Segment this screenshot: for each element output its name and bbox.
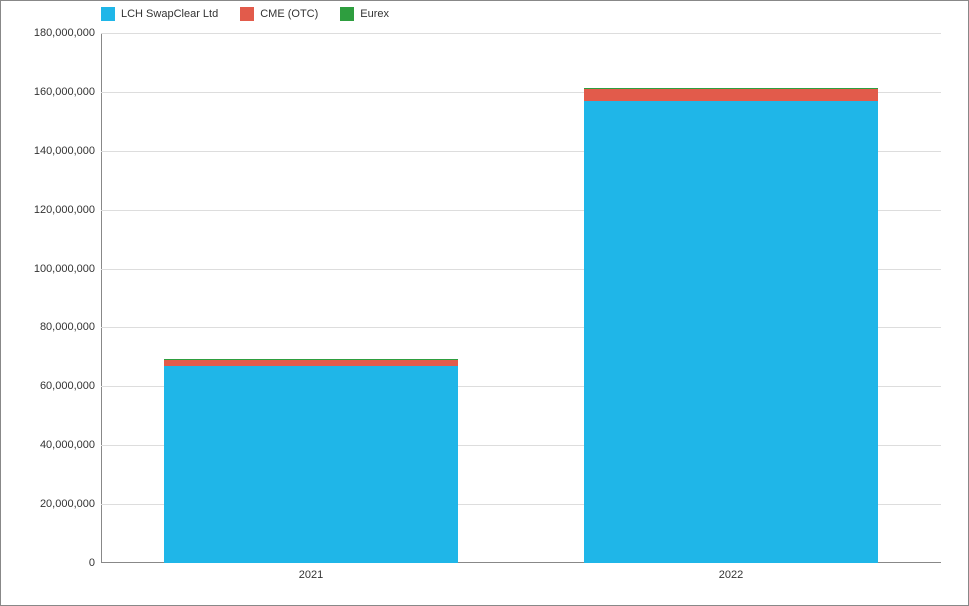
- y-tick-label: 120,000,000: [34, 204, 101, 216]
- legend-label: LCH SwapClear Ltd: [121, 8, 218, 20]
- x-tick-label: 2022: [719, 563, 743, 581]
- plot-area: 020,000,00040,000,00060,000,00080,000,00…: [101, 33, 941, 563]
- legend-label: Eurex: [360, 8, 389, 20]
- y-tick-label: 0: [89, 557, 101, 569]
- y-tick-label: 60,000,000: [40, 380, 101, 392]
- y-tick-label: 180,000,000: [34, 27, 101, 39]
- legend: LCH SwapClear Ltd CME (OTC) Eurex: [101, 7, 389, 21]
- y-tick-label: 40,000,000: [40, 439, 101, 451]
- y-tick-label: 100,000,000: [34, 263, 101, 275]
- y-tick-label: 140,000,000: [34, 145, 101, 157]
- legend-item-eurex: Eurex: [340, 7, 389, 21]
- legend-item-cme: CME (OTC): [240, 7, 318, 21]
- bar-seg: [164, 360, 458, 366]
- bar-2021: [164, 359, 458, 563]
- y-tick-label: 160,000,000: [34, 86, 101, 98]
- legend-swatch-lch: [101, 7, 115, 21]
- bar-seg: [584, 88, 878, 89]
- legend-swatch-cme: [240, 7, 254, 21]
- x-tick-label: 2021: [299, 563, 323, 581]
- bar-seg: [584, 89, 878, 101]
- bar-seg: [164, 359, 458, 360]
- legend-swatch-eurex: [340, 7, 354, 21]
- gridline: [101, 33, 941, 34]
- legend-item-lch: LCH SwapClear Ltd: [101, 7, 218, 21]
- y-axis: [101, 33, 102, 563]
- bar-seg: [164, 366, 458, 563]
- bar-2022: [584, 88, 878, 563]
- y-tick-label: 20,000,000: [40, 498, 101, 510]
- y-tick-label: 80,000,000: [40, 321, 101, 333]
- chart-frame: LCH SwapClear Ltd CME (OTC) Eurex 020,00…: [0, 0, 969, 606]
- bar-seg: [584, 101, 878, 563]
- legend-label: CME (OTC): [260, 8, 318, 20]
